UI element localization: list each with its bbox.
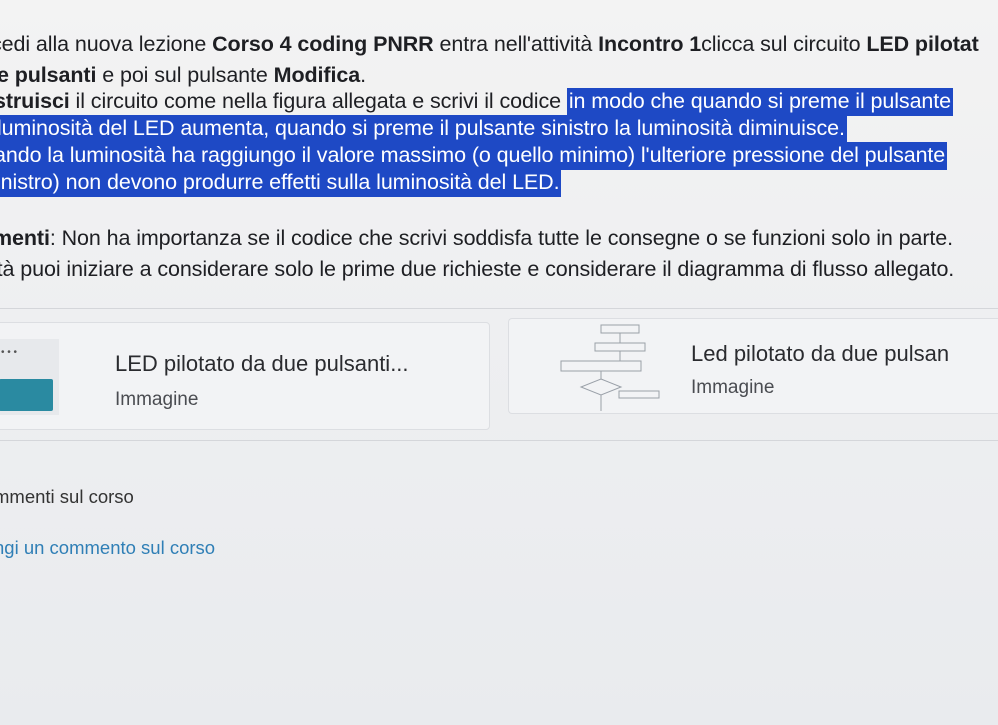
text-bold: struisci <box>0 89 70 113</box>
selected-text: inistro) non devono produrre effetti sul… <box>0 169 562 197</box>
text: . <box>360 63 366 87</box>
circuit-name: LED pilotat <box>866 32 979 56</box>
instruction-line-7: menti: Non ha importanza se il codice ch… <box>0 226 953 251</box>
course-name: Corso 4 coding PNRR <box>212 32 434 56</box>
text: : Non ha importanza se il codice che scr… <box>49 226 954 250</box>
attachment-type: Immagine <box>691 377 775 398</box>
selected-text: luminosità del LED aumenta, quando si pr… <box>0 115 847 143</box>
selected-text: in modo che quando si preme il pulsante <box>566 88 954 116</box>
selected-text: ando la luminosità ha raggiungo il valor… <box>0 142 948 170</box>
divider <box>0 308 998 309</box>
text: clicca sul circuito <box>701 32 867 56</box>
note-label: menti <box>0 226 50 250</box>
instruction-line-6: inistro) non devono produrre effetti sul… <box>0 169 562 197</box>
attachment-card-circuit[interactable]: • • • LED pilotato da due pulsanti... Im… <box>0 322 490 430</box>
attachment-card-flowchart[interactable]: Led pilotato da due pulsan Immagine <box>508 318 998 414</box>
divider <box>0 440 998 441</box>
comments-title: mmenti sul corso <box>0 486 134 507</box>
edit-button-name: Modifica <box>273 63 361 87</box>
add-comment-link[interactable]: ngi un commento sul corso <box>0 537 215 559</box>
flowchart-thumbnail-icon <box>560 324 660 411</box>
instruction-line-3: struisci il circuito come nella figura a… <box>0 88 954 116</box>
instruction-line-2: e pulsanti e poi sul pulsante Modifica. <box>0 63 366 88</box>
course-page: cedi alla nuova lezione Corso 4 coding P… <box>0 0 998 725</box>
attachment-title[interactable]: Led pilotato da due pulsan <box>691 341 949 367</box>
text: ità puoi iniziare a considerare solo le … <box>0 257 955 281</box>
instruction-line-8: ità puoi iniziare a considerare solo le … <box>0 257 954 282</box>
instruction-line-4: luminosità del LED aumenta, quando si pr… <box>0 115 847 143</box>
text: il circuito come nella figura allegata e… <box>69 89 567 113</box>
attachment-title[interactable]: LED pilotato da due pulsanti... <box>115 351 409 377</box>
text: cedi alla nuova lezione <box>0 32 213 56</box>
activity-name: Incontro 1 <box>598 32 702 56</box>
instruction-line-1: cedi alla nuova lezione Corso 4 coding P… <box>0 32 979 57</box>
circuit-name-end: e pulsanti <box>0 63 97 87</box>
circuit-board-thumbnail-icon: • • • <box>0 339 59 415</box>
instruction-line-5: ando la luminosità ha raggiungo il valor… <box>0 142 948 170</box>
text: e poi sul pulsante <box>96 63 274 87</box>
text: entra nell'attività <box>433 32 599 56</box>
attachment-type: Immagine <box>115 389 199 410</box>
